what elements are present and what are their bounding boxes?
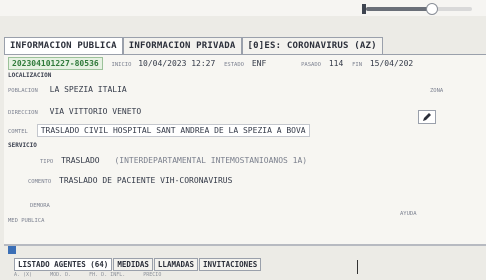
bottom-tabs: LISTADO AGENTES (64) MEDIDAS LLAMADAS IN… [14, 258, 262, 271]
tipo-detail: (INTERDEPARTAMENTAL INTEMOSTANIOANOS 1A) [114, 156, 308, 165]
column-header[interactable]: MOD. D. [50, 272, 71, 278]
med-publica-label: MED PUBLICA [8, 218, 45, 224]
inicio-value: 10/04/2023 12:27 [138, 59, 216, 68]
poblacion-field[interactable]: LA SPEZIA ITALIA [47, 84, 130, 95]
zoom-slider-fill [366, 7, 430, 11]
estado-value: ENF [251, 59, 267, 68]
incident-id[interactable]: 202304101227-80536 [8, 57, 103, 70]
edit-address-button[interactable] [418, 110, 436, 124]
demora-row: DEMORA [30, 200, 50, 209]
pasado-label: PASADO [301, 62, 321, 68]
pencil-icon [423, 113, 431, 121]
tab-informacion-privada[interactable]: INFORMACION PRIVADA [122, 37, 242, 54]
tab-invitaciones[interactable]: INVITACIONES [199, 258, 262, 271]
tab-informacion-publica[interactable]: INFORMACION PUBLICA [4, 37, 123, 54]
fin-label: FIN [352, 62, 363, 68]
ayuda-row: AYUDA [400, 208, 417, 217]
pasado-value: 114 [328, 59, 344, 68]
text-cursor [357, 260, 358, 274]
info-tabs: INFORMACION PUBLICA INFORMACION PRIVADA … [4, 37, 383, 54]
incident-header-row: 202304101227-80536 INICIO 10/04/2023 12:… [8, 57, 413, 70]
column-header[interactable]: FH. D. INFL. [89, 272, 125, 278]
tab-coronavirus[interactable]: [0]ES: CORONAVIRUS (AZ) [241, 37, 383, 54]
direccion-row: DIRECCION VIA VITTORIO VENETO [8, 106, 144, 117]
comento-label: COMENTO [28, 179, 52, 185]
zoom-slider-thumb[interactable] [426, 3, 438, 15]
zona-label: ZONA [430, 88, 444, 94]
tab-medidas[interactable]: MEDIDAS [113, 258, 153, 271]
demora-label: DEMORA [30, 203, 50, 209]
zoom-slider-cap [362, 4, 366, 14]
comento-value[interactable]: TRASLADO DE PACIENTE VIH-CORONAVIRUS [59, 176, 232, 185]
column-header[interactable]: PRECIO [143, 272, 161, 278]
direccion-field[interactable]: VIA VITTORIO VENETO [47, 106, 145, 117]
zona-label-row: ZONA [430, 85, 443, 94]
square-icon[interactable] [8, 246, 16, 254]
agents-table-header: A. (X) MOD. D. FH. D. INFL. PRECIO [14, 272, 161, 278]
servicio-section: SERVICIO [8, 142, 37, 149]
direccion-label: DIRECCION [8, 110, 38, 116]
poblacion-label: POBLACION [8, 88, 38, 94]
tipo-row: TIPO TRASLADO (INTERDEPARTAMENTAL INTEMO… [40, 156, 307, 165]
comtel-label: COMTEL [8, 129, 28, 135]
ayuda-label: AYUDA [400, 211, 417, 217]
tab-listado-agentes[interactable]: LISTADO AGENTES (64) [14, 258, 113, 271]
comento-row: COMENTO TRASLADO DE PACIENTE VIH-CORONAV… [28, 176, 232, 185]
comtel-field[interactable]: TRASLADO CIVIL HOSPITAL SANT ANDREA DE L… [36, 124, 310, 137]
poblacion-row: POBLACION LA SPEZIA ITALIA [8, 84, 130, 95]
column-header[interactable]: A. (X) [14, 272, 32, 278]
tab-llamadas[interactable]: LLAMADAS [153, 258, 199, 271]
bottom-divider [4, 244, 486, 246]
estado-label: ESTADO [224, 62, 244, 68]
tipo-label: TIPO [40, 159, 54, 165]
tipo-value[interactable]: TRASLADO [61, 156, 100, 165]
comtel-row: COMTEL TRASLADO CIVIL HOSPITAL SANT ANDR… [8, 124, 310, 137]
med-publica-row: MED PUBLICA [8, 215, 44, 224]
fin-value: 15/04/202 [369, 59, 414, 68]
localizacion-section: LOCALIZACION [8, 72, 52, 79]
inicio-label: INICIO [111, 62, 132, 68]
